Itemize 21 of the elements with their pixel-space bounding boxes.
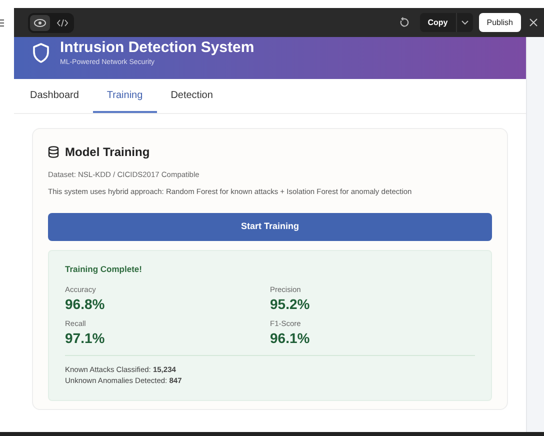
- menu-icon[interactable]: [0, 18, 4, 26]
- tab[interactable]: Dashboard: [16, 79, 93, 113]
- app-title: Intrusion Detection System: [60, 39, 254, 57]
- metric-value: 97.1%: [65, 329, 106, 348]
- start-training-button[interactable]: Start Training: [48, 212, 492, 240]
- code-icon: [56, 18, 68, 26]
- refresh-icon[interactable]: [398, 17, 410, 28]
- metric-value: 96.8%: [65, 295, 106, 314]
- preview-toggle[interactable]: [30, 14, 50, 30]
- database-icon: [48, 146, 59, 158]
- shield-icon: [32, 43, 50, 63]
- tab[interactable]: Training: [92, 79, 157, 113]
- result-title: Training Complete!: [65, 262, 143, 276]
- card-title: Model Training: [65, 144, 150, 161]
- chevron-down-icon: [460, 20, 469, 25]
- metric-value: 95.2%: [270, 295, 311, 314]
- close-icon[interactable]: [529, 18, 538, 27]
- publish-button[interactable]: Publish: [478, 13, 521, 32]
- tab[interactable]: Detection: [156, 79, 227, 113]
- eye-icon: [34, 18, 46, 26]
- metric-value: 96.1%: [270, 329, 311, 348]
